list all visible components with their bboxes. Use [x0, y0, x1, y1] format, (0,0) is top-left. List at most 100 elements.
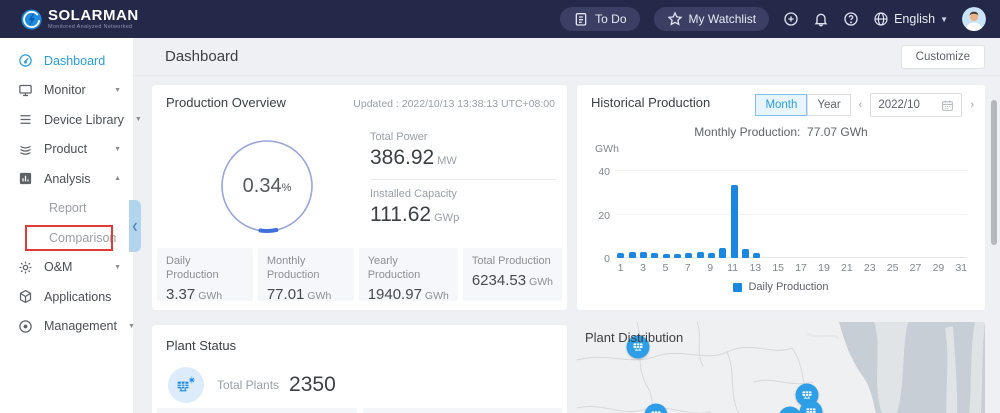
total-power-unit: MW: [437, 155, 457, 167]
sidebar-item-label: Applications: [44, 289, 112, 304]
sidebar-item-label: Device Library: [44, 112, 124, 127]
next-period-arrow[interactable]: ›: [969, 99, 975, 111]
bar-slot-day-17: [797, 171, 808, 258]
y-tick-label: 0: [604, 253, 610, 265]
x-tick-label: 7: [684, 262, 691, 274]
bar-day-4[interactable]: [651, 253, 659, 258]
applications-icon: [18, 289, 33, 304]
page-scrollbar[interactable]: [991, 100, 997, 245]
production-stats: Daily Production 3.37 GWh Monthly Productio…: [157, 248, 562, 303]
bar-day-8[interactable]: [696, 252, 704, 258]
sidebar-item-label: Analysis: [44, 171, 91, 186]
prev-period-arrow[interactable]: ‹: [858, 99, 864, 111]
solar-plant-icon: [168, 367, 204, 403]
brand-logo[interactable]: SOLARMAN Monitored Analyzed Networked: [20, 8, 139, 31]
gauge-value: 0.34: [242, 174, 282, 197]
brand-tagline: Monitored Analyzed Networked: [48, 23, 133, 30]
installed-capacity-value: 111.62 GWp: [370, 203, 460, 226]
month-toggle-button[interactable]: Month: [755, 94, 808, 116]
language-selector[interactable]: English ▼: [873, 11, 948, 27]
chart-plot: 0 20 40: [598, 166, 967, 265]
bar-day-6[interactable]: [673, 253, 681, 258]
updated-timestamp: Updated : 2022/10/13 13:38:13 UTC+08:00: [353, 98, 555, 110]
sidebar-item-dashboard[interactable]: Dashboard: [0, 46, 133, 76]
bar-slot-day-10: [717, 171, 728, 258]
chevron-down-icon: ▼: [134, 116, 142, 124]
bar-day-13[interactable]: [753, 252, 761, 258]
bar-slot-day-29: [933, 171, 944, 258]
sidebar-item-product[interactable]: Product ▼: [0, 135, 133, 165]
watchlist-label: My Watchlist: [688, 12, 757, 26]
bar-day-7[interactable]: [685, 253, 693, 258]
total-power-value: 386.92 MW: [370, 146, 457, 169]
bar-day-12[interactable]: [742, 249, 750, 258]
sidebar-collapse-handle[interactable]: ❮: [129, 200, 141, 252]
add-plus-icon[interactable]: [783, 11, 799, 27]
period-toggle: Month Year: [755, 94, 851, 116]
plant-status-card: Plant Status Total Plants 2350: [152, 325, 567, 413]
x-tick-label: [876, 262, 887, 274]
bar-day-9[interactable]: [708, 252, 716, 258]
sidebar-item-o-m[interactable]: O&M ▼: [0, 253, 133, 283]
solarman-logo-icon: [20, 8, 43, 31]
bar-slot-day-8: [695, 171, 706, 258]
bar-slot-day-4: [649, 171, 660, 258]
bar-day-11[interactable]: [730, 185, 738, 258]
bar-slot-day-2: [626, 171, 637, 258]
sidebar-item-comparison[interactable]: Comparison: [0, 223, 133, 253]
bar-day-1[interactable]: [617, 252, 625, 258]
bar-day-10[interactable]: [719, 248, 727, 258]
customize-button[interactable]: Customize: [900, 44, 985, 69]
sidebar-menu: Dashboard Monitor ▼ Device Library ▼ Product ▼…: [0, 38, 142, 342]
bar-slot-day-15: [774, 171, 785, 258]
sidebar-item-report[interactable]: Report: [0, 194, 133, 224]
chevron-down-icon: ▼: [114, 145, 121, 153]
x-tick-label: [761, 262, 772, 274]
date-picker-input[interactable]: 2022/10: [870, 93, 963, 117]
gear-icon: [18, 260, 33, 275]
watchlist-button[interactable]: My Watchlist: [653, 7, 770, 31]
bar-day-3[interactable]: [639, 252, 647, 258]
x-tick-label: 1: [617, 262, 624, 274]
management-icon: [18, 319, 33, 334]
product-icon: [18, 142, 33, 157]
year-toggle-button[interactable]: Year: [807, 94, 851, 116]
sidebar-item-device-library[interactable]: Device Library ▼: [0, 105, 142, 135]
sidebar-item-monitor[interactable]: Monitor ▼: [0, 76, 133, 106]
stat-label: Daily Production: [166, 255, 219, 281]
total-plants-value: 2350: [289, 373, 336, 396]
x-tick-label: 23: [863, 262, 876, 274]
bar-slot-day-30: [944, 171, 955, 258]
plant-distribution-card: Plant Distribution: [577, 322, 985, 413]
gauge-unit: %: [281, 182, 292, 194]
sidebar-item-management[interactable]: Management ▼: [0, 312, 135, 342]
x-tick-label: [830, 262, 841, 274]
sidebar: Dashboard Monitor ▼ Device Library ▼ Product ▼…: [0, 38, 142, 413]
chart-legend[interactable]: Daily Production: [577, 281, 985, 293]
sidebar-item-analysis[interactable]: Analysis ▲: [0, 164, 133, 194]
production-overview-title: Production Overview: [166, 95, 286, 110]
sidebar-item-label: Management: [44, 319, 117, 334]
todo-button[interactable]: To Do: [560, 7, 640, 31]
sidebar-item-applications[interactable]: Applications: [0, 282, 133, 312]
bar-slot-day-7: [683, 171, 694, 258]
x-tick-label: [738, 262, 749, 274]
stat-value: 3.37 GWh: [166, 285, 223, 303]
capacity-gauge: 0.34 %: [218, 137, 316, 235]
notifications-bell-icon[interactable]: [813, 11, 829, 27]
legend-swatch: [733, 282, 743, 292]
page-header: Dashboard Customize: [133, 38, 1000, 76]
bar-slot-day-21: [842, 171, 853, 258]
user-avatar[interactable]: [962, 7, 986, 31]
stat-tile-daily-production: Daily Production 3.37 GWh: [157, 248, 253, 303]
x-tick-label: 27: [909, 262, 922, 274]
bar-slot-day-5: [660, 171, 671, 258]
bar-day-2[interactable]: [628, 251, 636, 258]
todo-clipboard-icon: [573, 11, 589, 27]
installed-capacity-label: Installed Capacity: [370, 188, 457, 200]
installed-capacity-unit: GWp: [434, 212, 460, 224]
bar-day-5[interactable]: [662, 253, 670, 258]
help-question-icon[interactable]: [843, 11, 859, 27]
globe-icon: [873, 11, 889, 27]
x-tick-label: [671, 262, 682, 274]
